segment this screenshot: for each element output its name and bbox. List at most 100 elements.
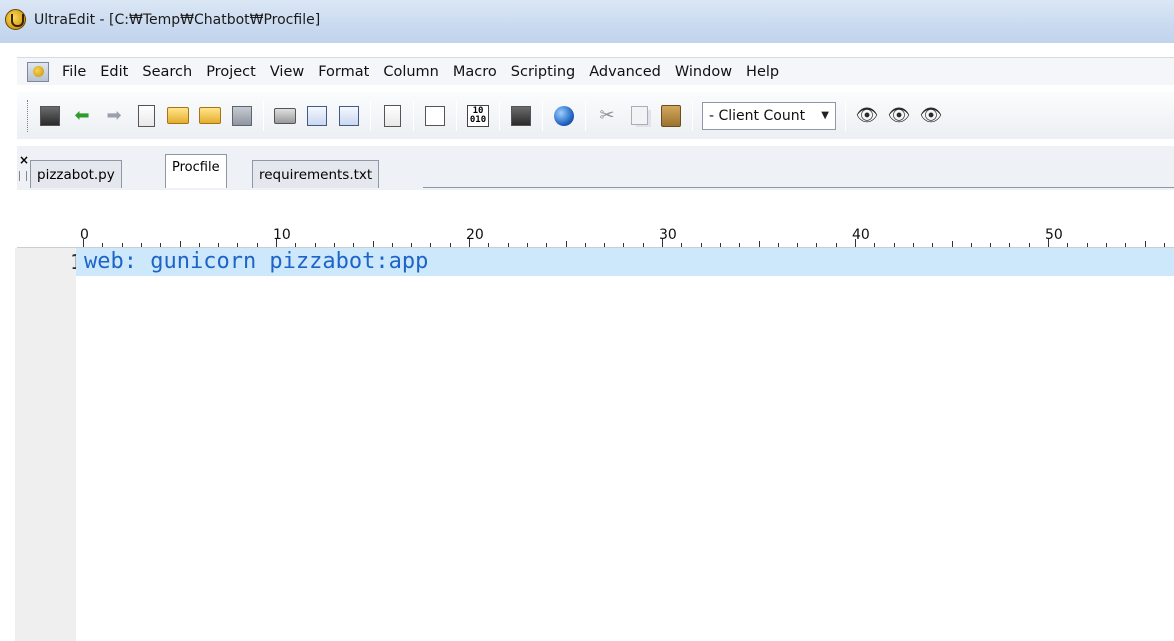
ruler-tick bbox=[546, 243, 548, 247]
ruler-tick bbox=[777, 243, 779, 247]
tab-pizzabot-py[interactable]: pizzabot.py bbox=[30, 160, 122, 188]
ruler-label: 40 bbox=[852, 227, 870, 243]
menu-macro[interactable]: Macro bbox=[446, 64, 504, 80]
ruler-tick bbox=[893, 243, 895, 247]
properties-button[interactable] bbox=[507, 101, 535, 131]
document-menu-icon[interactable] bbox=[27, 61, 49, 82]
ruler-tick bbox=[295, 243, 297, 247]
hex-mode-button[interactable]: 10 010 bbox=[464, 101, 492, 131]
ruler-tick bbox=[990, 243, 992, 247]
ruler-tick bbox=[1144, 241, 1146, 247]
ruler-tick bbox=[623, 243, 625, 247]
binary-hex-icon: 10 010 bbox=[466, 104, 490, 127]
document-lines-icon bbox=[383, 104, 401, 127]
properties-icon bbox=[511, 105, 531, 126]
arrow-right-icon: ➡ bbox=[106, 104, 122, 126]
ruler-tick bbox=[970, 243, 972, 247]
find-previous-button[interactable]: 👁 bbox=[885, 101, 913, 131]
web-browser-button[interactable] bbox=[550, 101, 578, 131]
toolbar-separator bbox=[499, 100, 500, 131]
ruler-label: 0 bbox=[80, 227, 89, 243]
ruler-tick bbox=[198, 243, 200, 247]
new-file-button[interactable] bbox=[132, 101, 160, 131]
ruler-tick bbox=[140, 243, 142, 247]
ruler-tick bbox=[604, 243, 606, 247]
open-folder-icon bbox=[167, 107, 189, 124]
menu-project[interactable]: Project bbox=[199, 64, 263, 80]
ruler-label: 10 bbox=[273, 227, 291, 243]
print-preview-button[interactable] bbox=[303, 101, 331, 131]
line-number: 1 bbox=[30, 250, 82, 274]
open-file-button[interactable] bbox=[164, 101, 192, 131]
ruler-tick bbox=[391, 243, 393, 247]
close-icon[interactable]: × bbox=[18, 154, 30, 166]
find-next-button[interactable]: 👁 bbox=[917, 101, 945, 131]
binoculars-icon: 👁 bbox=[855, 105, 879, 126]
tabstrip-baseline bbox=[423, 187, 1174, 188]
toolbar-grip[interactable] bbox=[27, 99, 30, 132]
menu-window[interactable]: Window bbox=[668, 64, 739, 80]
open-recent-button[interactable] bbox=[196, 101, 224, 131]
ruler-label: 30 bbox=[659, 227, 677, 243]
ruler-label: 20 bbox=[466, 227, 484, 243]
ruler-tick bbox=[121, 243, 123, 247]
globe-icon bbox=[554, 105, 574, 126]
menu-file[interactable]: File bbox=[55, 64, 93, 80]
menu-format[interactable]: Format bbox=[311, 64, 376, 80]
back-button[interactable]: ⬅ bbox=[68, 101, 96, 131]
forward-button[interactable]: ➡ bbox=[100, 101, 128, 131]
spell-check-button[interactable] bbox=[335, 101, 363, 131]
ruler-tick bbox=[179, 241, 181, 247]
ruler-tick bbox=[739, 243, 741, 247]
menu-column[interactable]: Column bbox=[376, 64, 446, 80]
main-toolbar: ⬅ ➡ 10 010 ✂ - Client Count ▼ 👁 👁 👁 bbox=[17, 92, 1174, 139]
menu-edit[interactable]: Edit bbox=[93, 64, 135, 80]
toolbar-separator bbox=[692, 100, 693, 131]
toolbar-separator bbox=[845, 100, 846, 131]
toolbar-separator bbox=[413, 100, 414, 131]
menu-view[interactable]: View bbox=[263, 64, 311, 80]
print-preview-icon bbox=[307, 105, 327, 126]
ruler-tick bbox=[1067, 243, 1069, 247]
column-mode-button[interactable] bbox=[421, 101, 449, 131]
ruler-tick bbox=[951, 241, 953, 247]
ultraedit-app-icon[interactable] bbox=[5, 9, 26, 30]
ruler-tick bbox=[912, 243, 914, 247]
ruler-tick bbox=[160, 243, 162, 247]
client-count-dropdown[interactable]: - Client Count ▼ bbox=[702, 101, 836, 130]
scissors-icon: ✂ bbox=[599, 105, 615, 126]
tab-procfile[interactable]: Procfile bbox=[165, 154, 227, 188]
ruler-tick bbox=[1028, 243, 1030, 247]
ruler-tick bbox=[1086, 243, 1088, 247]
toolbar-separator bbox=[263, 100, 264, 131]
ruler-tick bbox=[256, 243, 258, 247]
ruler-tick bbox=[314, 243, 316, 247]
find-button[interactable]: 👁 bbox=[853, 101, 881, 131]
copy-button[interactable] bbox=[625, 101, 653, 131]
word-wrap-button[interactable] bbox=[378, 101, 406, 131]
folder-icon bbox=[199, 107, 221, 124]
toolbar-separator bbox=[370, 100, 371, 131]
tab-requirements-txt[interactable]: requirements.txt bbox=[252, 160, 380, 188]
toggle-workspace-button[interactable] bbox=[36, 101, 64, 131]
tabstrip-grip[interactable] bbox=[19, 171, 27, 181]
toolbar-separator bbox=[456, 100, 457, 131]
code-line[interactable]: web: gunicorn pizzabot:app bbox=[84, 249, 428, 274]
chevron-down-icon: ▼ bbox=[821, 110, 829, 121]
print-button[interactable] bbox=[271, 101, 299, 131]
ruler-tick bbox=[874, 243, 876, 247]
menu-bar: File Edit Search Project View Format Col… bbox=[17, 57, 1174, 85]
toolbar-separator bbox=[542, 100, 543, 131]
menu-search[interactable]: Search bbox=[135, 64, 199, 80]
paste-button[interactable] bbox=[657, 101, 685, 131]
menu-help[interactable]: Help bbox=[739, 64, 786, 80]
editor-pane[interactable]: 1 web: gunicorn pizzabot:app bbox=[0, 248, 1174, 641]
ruler-tick bbox=[411, 243, 413, 247]
ruler-tick bbox=[719, 243, 721, 247]
ruler-tick bbox=[700, 243, 702, 247]
ruler-tick bbox=[1105, 243, 1107, 247]
save-button[interactable] bbox=[228, 101, 256, 131]
menu-scripting[interactable]: Scripting bbox=[504, 64, 582, 80]
cut-button[interactable]: ✂ bbox=[593, 101, 621, 131]
menu-advanced[interactable]: Advanced bbox=[582, 64, 668, 80]
